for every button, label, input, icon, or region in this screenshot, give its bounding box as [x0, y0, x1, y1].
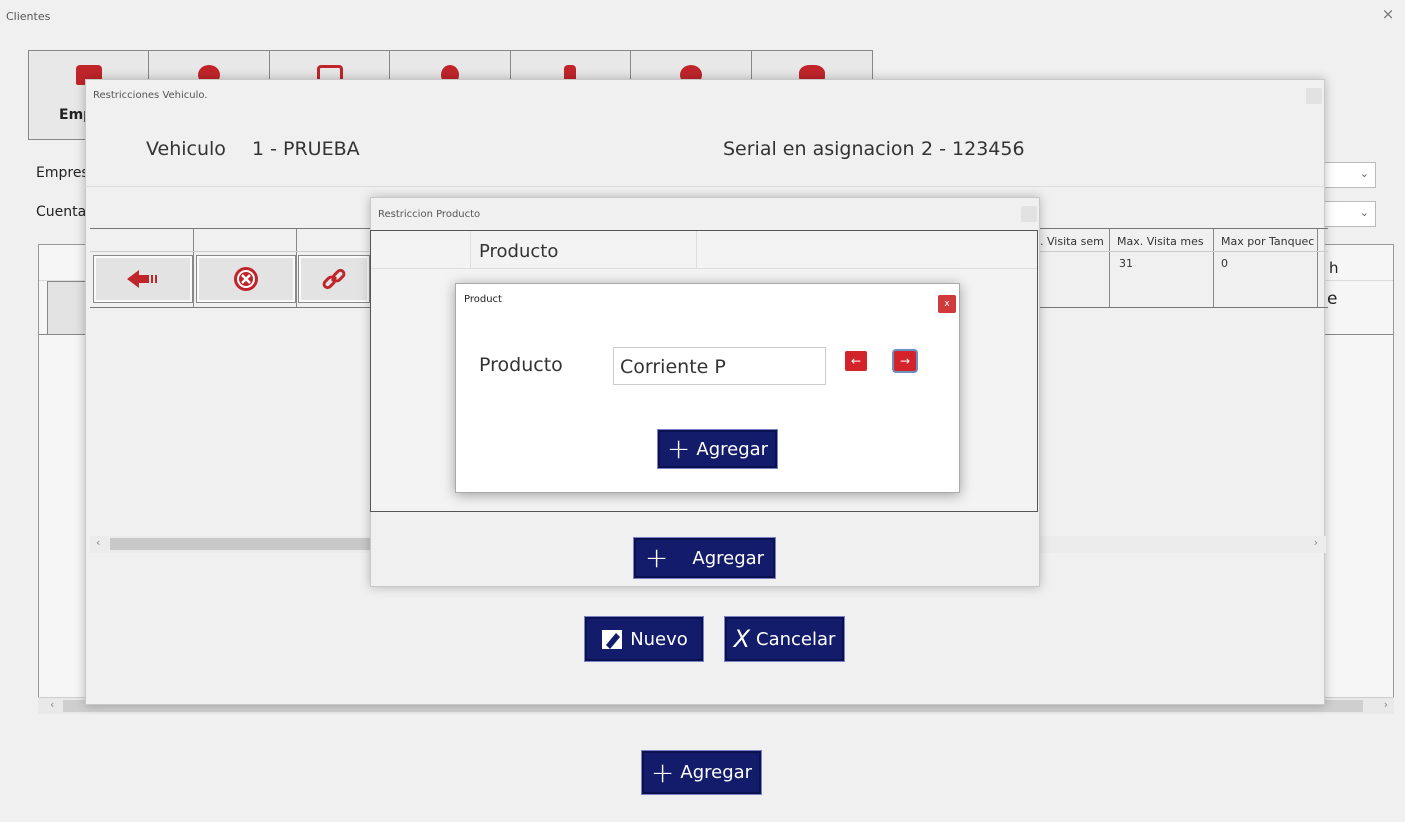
- partial-header: e: [1327, 289, 1338, 309]
- arrow-left-icon: ←: [850, 354, 862, 368]
- window-title: Clientes: [6, 10, 51, 23]
- column-header: Max. Visita mes: [1117, 235, 1204, 248]
- vehiculo-label: Vehiculo: [146, 138, 226, 160]
- column-header: . Visita sem: [1040, 235, 1104, 248]
- agregar-button[interactable]: + Agregar: [641, 750, 762, 795]
- producto-field[interactable]: Corriente P: [613, 347, 826, 385]
- arrow-right-icon: →: [899, 354, 911, 368]
- cancel-icon: X: [733, 625, 751, 653]
- vehiculo-value: 1 - PRUEBA: [252, 138, 360, 160]
- dialog-title: Product: [464, 294, 502, 305]
- cancelar-label: Cancelar: [756, 628, 836, 650]
- plus-icon: +: [650, 755, 675, 789]
- dialog-title: Restricciones Vehiculo.: [93, 90, 208, 101]
- agregar-producto-button[interactable]: + Agregar: [633, 537, 776, 579]
- prev-button[interactable]: ←: [845, 351, 867, 371]
- cell-visita-mes: 31: [1119, 257, 1133, 270]
- scroll-thumb[interactable]: [110, 538, 410, 550]
- empresa-label: Empres: [36, 165, 89, 181]
- empresa-combo[interactable]: ⌄: [1324, 162, 1376, 188]
- column-header: Max por Tanquec: [1221, 235, 1315, 248]
- back-button[interactable]: [93, 255, 193, 303]
- close-button[interactable]: [1021, 206, 1037, 222]
- close-button[interactable]: [1306, 88, 1322, 104]
- serial-label: Serial en asignacion: [723, 138, 915, 160]
- cuenta-label: Cuenta: [36, 204, 87, 220]
- chevron-down-icon: ⌄: [1359, 206, 1369, 219]
- scroll-left-icon[interactable]: ‹: [96, 536, 100, 549]
- divider: [85, 186, 1325, 187]
- product-dialog: Product x Producto Corriente P ← → + Agr…: [455, 283, 960, 493]
- partial-header: h: [1329, 259, 1339, 277]
- link-button[interactable]: [298, 255, 370, 303]
- grid-header: Producto: [371, 231, 1037, 269]
- cell-max-tanqueo: 0: [1221, 257, 1228, 270]
- agregar-label: Agregar: [696, 438, 769, 460]
- agregar-label: Agregar: [680, 762, 753, 783]
- close-circle-icon: [234, 267, 258, 291]
- scroll-right-icon[interactable]: ›: [1314, 536, 1318, 549]
- agregar-label: Agregar: [692, 547, 765, 569]
- column-header-producto: Producto: [479, 241, 559, 262]
- chevron-down-icon: ⌄: [1359, 167, 1369, 180]
- serial-value: 2 - 123456: [921, 138, 1025, 160]
- dialog-title: Restriccion Producto: [378, 209, 481, 220]
- agregar-product-button[interactable]: + Agregar: [657, 429, 778, 469]
- delete-button[interactable]: [196, 255, 296, 303]
- window-close-button[interactable]: ×: [1380, 6, 1396, 22]
- nuevo-button[interactable]: Nuevo: [584, 616, 704, 662]
- arrow-left-icon: [127, 270, 157, 288]
- link-icon: [322, 268, 346, 290]
- producto-label: Producto: [479, 354, 563, 376]
- next-button[interactable]: →: [894, 351, 916, 371]
- new-document-icon: [602, 630, 623, 649]
- cuenta-combo[interactable]: ⌄: [1324, 201, 1376, 227]
- close-button[interactable]: x: [938, 295, 956, 313]
- scroll-right-icon[interactable]: ›: [1384, 698, 1388, 711]
- scroll-left-icon[interactable]: ‹: [50, 698, 54, 711]
- cancelar-button[interactable]: X Cancelar: [724, 616, 845, 662]
- plus-icon: +: [644, 541, 669, 574]
- nuevo-label: Nuevo: [630, 628, 688, 650]
- plus-icon: +: [666, 432, 691, 465]
